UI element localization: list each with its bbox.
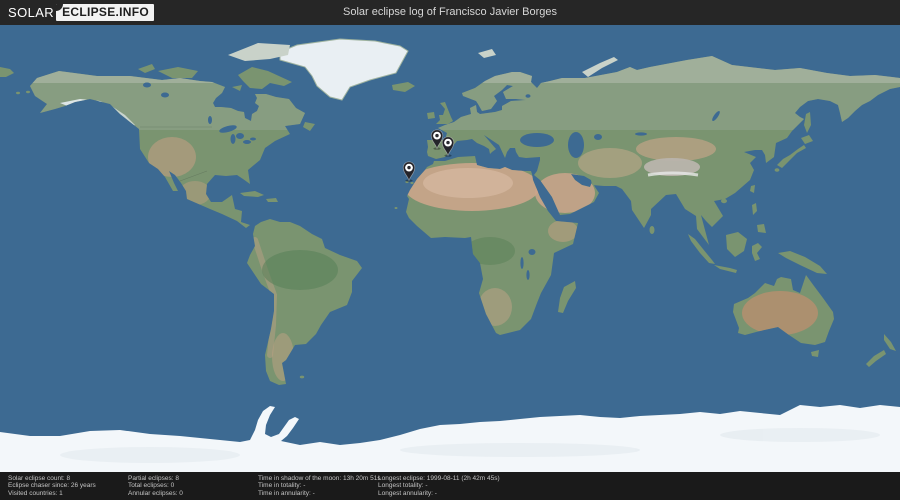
stat-longest-totality: Longest totality: - <box>378 482 428 490</box>
stat-total-eclipses: Total eclipses: 0 <box>128 482 175 490</box>
stats-column-records: Longest eclipse: 1999-08-11 (2h 42m 45s)… <box>378 475 500 497</box>
eclipse-marker-canary-islands[interactable] <box>401 160 417 182</box>
stat-time-in-shadow: Time in shadow of the moon: 13h 20m 51s <box>258 475 381 482</box>
world-map-graphic <box>0 25 900 472</box>
stats-column-counts: Solar eclipse count: 8 Eclipse chaser si… <box>8 475 96 497</box>
stats-column-times: Time in shadow of the moon: 13h 20m 51s … <box>258 475 381 497</box>
stat-solar-eclipse-count: Solar eclipse count: 8 <box>8 475 71 482</box>
stat-time-in-totality: Time in totality: - <box>258 482 306 490</box>
top-bar: SOLAR ECLIPSE.INFO Solar eclipse log of … <box>0 0 900 25</box>
stat-longest-eclipse: Longest eclipse: 1999-08-11 (2h 42m 45s) <box>378 475 500 482</box>
stat-visited-countries: Visited countries: 1 <box>8 489 63 497</box>
page-title: Solar eclipse log of Francisco Javier Bo… <box>343 6 557 18</box>
eclipse-marker-southeast-spain[interactable] <box>440 135 456 157</box>
stat-longest-annularity: Longest annularity: - <box>378 489 437 497</box>
solareclipse-app: SOLAR ECLIPSE.INFO Solar eclipse log of … <box>0 0 900 500</box>
stat-annular-eclipses: Annular eclipses: 0 <box>128 489 183 497</box>
stat-eclipse-chaser-since: Eclipse chaser since: 26 years <box>8 482 96 490</box>
stat-time-in-annularity: Time in annularity: - <box>258 489 315 497</box>
stat-partial-eclipses: Partial eclipses: 8 <box>128 475 179 482</box>
world-map[interactable] <box>0 25 900 472</box>
stats-bar: Solar eclipse count: 8 Eclipse chaser si… <box>0 472 900 500</box>
stats-column-types: Partial eclipses: 8 Total eclipses: 0 An… <box>128 475 183 497</box>
